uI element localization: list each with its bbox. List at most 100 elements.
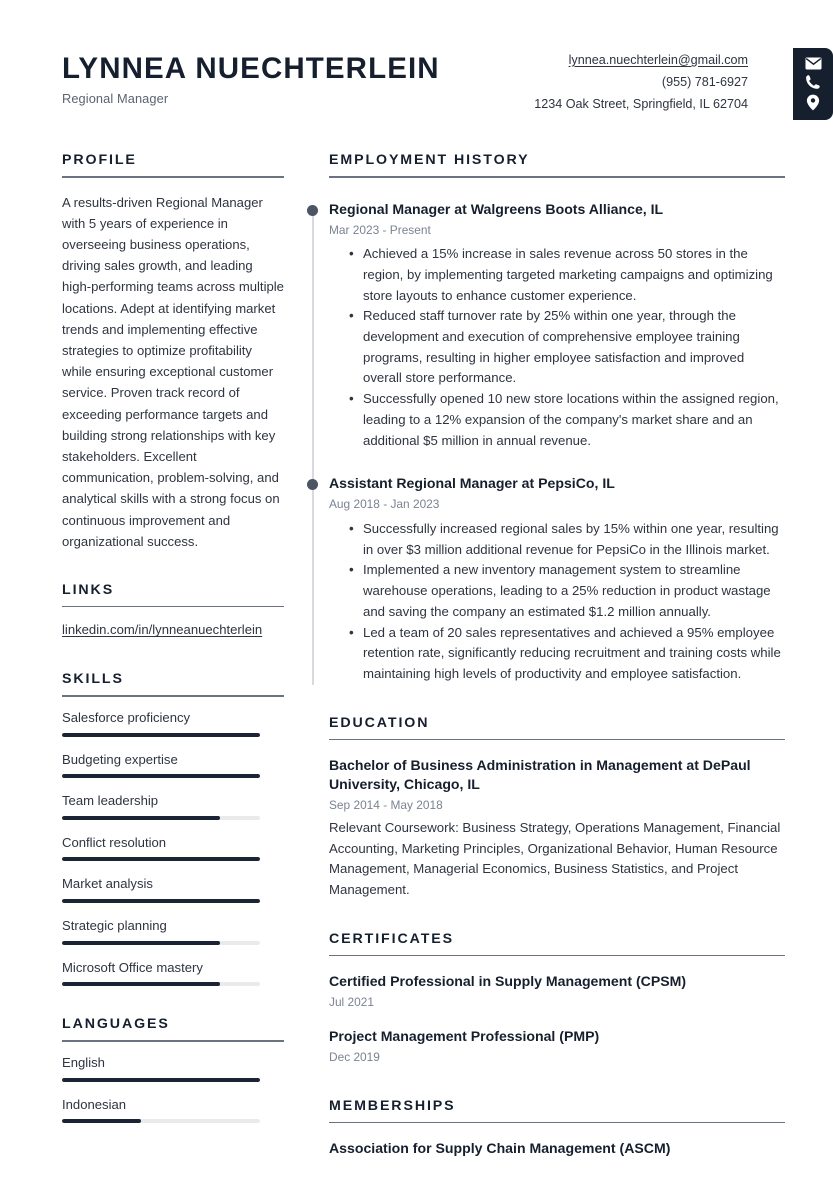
- section-title-education: EDUCATION: [329, 714, 430, 731]
- job-bullet: Implemented a new inventory management s…: [349, 559, 785, 622]
- job-bullet-list: Successfully increased regional sales by…: [329, 518, 785, 685]
- skill-label: Salesforce proficiency: [62, 709, 191, 725]
- profile-text: A results-driven Regional Manager with 5…: [62, 194, 284, 549]
- certificate-date: Jul 2021: [329, 995, 374, 1010]
- job-title: Regional Manager at Walgreens Boots Alli…: [329, 200, 664, 217]
- language-level-track: [62, 1077, 260, 1082]
- contact-phone-line: (955) 781-6927: [661, 74, 748, 89]
- skill-level-fill: [62, 857, 260, 862]
- skill-label: Team leadership: [62, 793, 159, 809]
- job-bullet: Led a team of 20 sales representatives a…: [349, 622, 785, 685]
- right-column: EMPLOYMENT HISTORY Regional Manager at W…: [307, 152, 785, 1159]
- section-title-languages: LANGUAGES: [62, 1016, 170, 1033]
- section-certificates: CERTIFICATES Certified Professional in S…: [329, 931, 785, 1066]
- job-bullet-list: Achieved a 15% increase in sales revenue…: [329, 243, 785, 451]
- language-level-track: [62, 1119, 260, 1124]
- section-memberships: MEMBERSHIPS Association for Supply Chain…: [329, 1098, 785, 1159]
- skill-level-track: [62, 774, 260, 779]
- skill-item: Budgeting expertise: [62, 750, 284, 779]
- timeline-dot-icon: [307, 479, 318, 491]
- job-bullet: Reduced staff turnover rate by 25% withi…: [349, 305, 785, 389]
- link-item[interactable]: linkedin.com/in/lynneanuechterlein: [62, 620, 284, 641]
- education-entry: Bachelor of Business Administration in M…: [329, 756, 785, 901]
- section-rule: [62, 176, 284, 178]
- location-pin-icon: [806, 94, 820, 111]
- section-title-profile: PROFILE: [62, 152, 137, 168]
- skill-item: Team leadership: [62, 791, 284, 820]
- language-item: English: [62, 1053, 284, 1082]
- phone-icon: [805, 74, 821, 90]
- section-rule: [329, 1121, 785, 1124]
- skill-level-track: [62, 815, 260, 820]
- job-date-range: Mar 2023 - Present: [329, 222, 431, 237]
- job-entry: Regional Manager at Walgreens Boots Alli…: [307, 200, 785, 452]
- resume-header: LYNNEA NUECHTERLEIN Regional Manager lyn…: [0, 0, 833, 140]
- certificate-title: Project Management Professional (PMP): [329, 1028, 600, 1045]
- education-date: Sep 2014 - May 2018: [329, 798, 443, 813]
- jobs-list: Regional Manager at Walgreens Boots Alli…: [307, 200, 785, 685]
- job-title-subtitle: Regional Manager: [62, 91, 169, 107]
- language-level-fill: [62, 1119, 142, 1124]
- section-title-employment: EMPLOYMENT HISTORY: [329, 152, 530, 168]
- section-profile: PROFILE A results-driven Regional Manage…: [62, 152, 284, 552]
- section-rule: [329, 176, 785, 178]
- section-links: LINKS linkedin.com/in/lynneanuechterlein: [62, 582, 284, 641]
- section-rule: [329, 738, 785, 741]
- certificate-entry: Project Management Professional (PMP) Dec…: [329, 1027, 785, 1066]
- section-employment: EMPLOYMENT HISTORY Regional Manager at W…: [307, 152, 785, 685]
- language-label: Indonesian: [62, 1096, 127, 1112]
- skill-item: Microsoft Office mastery: [62, 958, 284, 987]
- certificate-entry: Certified Professional in Supply Managem…: [329, 972, 785, 1011]
- contact-email-line: lynnea.nuechterlein@gmail.com: [534, 50, 748, 72]
- section-title-skills: SKILLS: [62, 671, 124, 688]
- contact-icon-bar: [793, 48, 833, 120]
- certificates-list: Certified Professional in Supply Managem…: [329, 972, 785, 1065]
- skill-level-fill: [62, 899, 260, 904]
- employment-timeline: Regional Manager at Walgreens Boots Alli…: [307, 200, 785, 685]
- email-link[interactable]: lynnea.nuechterlein@gmail.com: [569, 53, 748, 67]
- skill-label: Conflict resolution: [62, 834, 167, 850]
- contact-address-line: 1234 Oak Street, Springfield, IL 62704: [534, 96, 748, 111]
- skill-level-fill: [62, 815, 221, 820]
- membership-entry: Association for Supply Chain Management …: [329, 1139, 785, 1158]
- skill-label: Market analysis: [62, 876, 153, 892]
- language-level-fill: [62, 1077, 260, 1082]
- section-title-memberships: MEMBERSHIPS: [329, 1097, 456, 1114]
- skill-level-track: [62, 940, 260, 945]
- skill-level-track: [62, 857, 260, 862]
- job-entry: Assistant Regional Manager at PepsiCo, I…: [307, 474, 785, 685]
- skill-level-fill: [62, 774, 260, 779]
- page-title: LYNNEA NUECHTERLEIN: [62, 52, 440, 85]
- memberships-list: Association for Supply Chain Management …: [329, 1139, 785, 1158]
- job-date-range: Aug 2018 - Jan 2023: [329, 497, 440, 512]
- skill-level-track: [62, 732, 260, 737]
- education-description: Relevant Coursework: Business Strategy, …: [329, 819, 781, 898]
- section-rule: [62, 695, 284, 697]
- language-label: English: [62, 1054, 105, 1070]
- skill-level-fill: [62, 940, 221, 945]
- skill-item: Salesforce proficiency: [62, 708, 284, 737]
- skill-item: Conflict resolution: [62, 833, 284, 862]
- languages-list: English Indonesian: [62, 1053, 284, 1124]
- job-bullet: Successfully opened 10 new store locatio…: [349, 388, 785, 451]
- skill-level-track: [62, 899, 260, 904]
- job-title: Assistant Regional Manager at PepsiCo, I…: [329, 475, 615, 492]
- timeline-line: [312, 207, 314, 685]
- contact-block: lynnea.nuechterlein@gmail.com (955) 781-…: [534, 50, 748, 116]
- section-title-certificates: CERTIFICATES: [329, 930, 455, 947]
- certificate-title: Certified Professional in Supply Managem…: [329, 973, 687, 990]
- education-title: Bachelor of Business Administration in M…: [329, 757, 751, 793]
- section-languages: LANGUAGES English Indonesian: [62, 1016, 284, 1124]
- skill-level-track: [62, 982, 260, 987]
- section-skills: SKILLS Salesforce proficiency Budgeting e…: [62, 671, 284, 987]
- skill-item: Market analysis: [62, 874, 284, 904]
- section-rule: [62, 605, 284, 608]
- left-column: PROFILE A results-driven Regional Manage…: [62, 152, 284, 1136]
- job-bullet: Achieved a 15% increase in sales revenue…: [349, 243, 785, 306]
- section-rule: [329, 954, 785, 957]
- skill-label: Strategic planning: [62, 918, 167, 934]
- skill-item: Strategic planning: [62, 916, 284, 945]
- envelope-icon: [805, 57, 822, 70]
- certificate-date: Dec 2019: [329, 1050, 380, 1065]
- skill-label: Budgeting expertise: [62, 751, 178, 767]
